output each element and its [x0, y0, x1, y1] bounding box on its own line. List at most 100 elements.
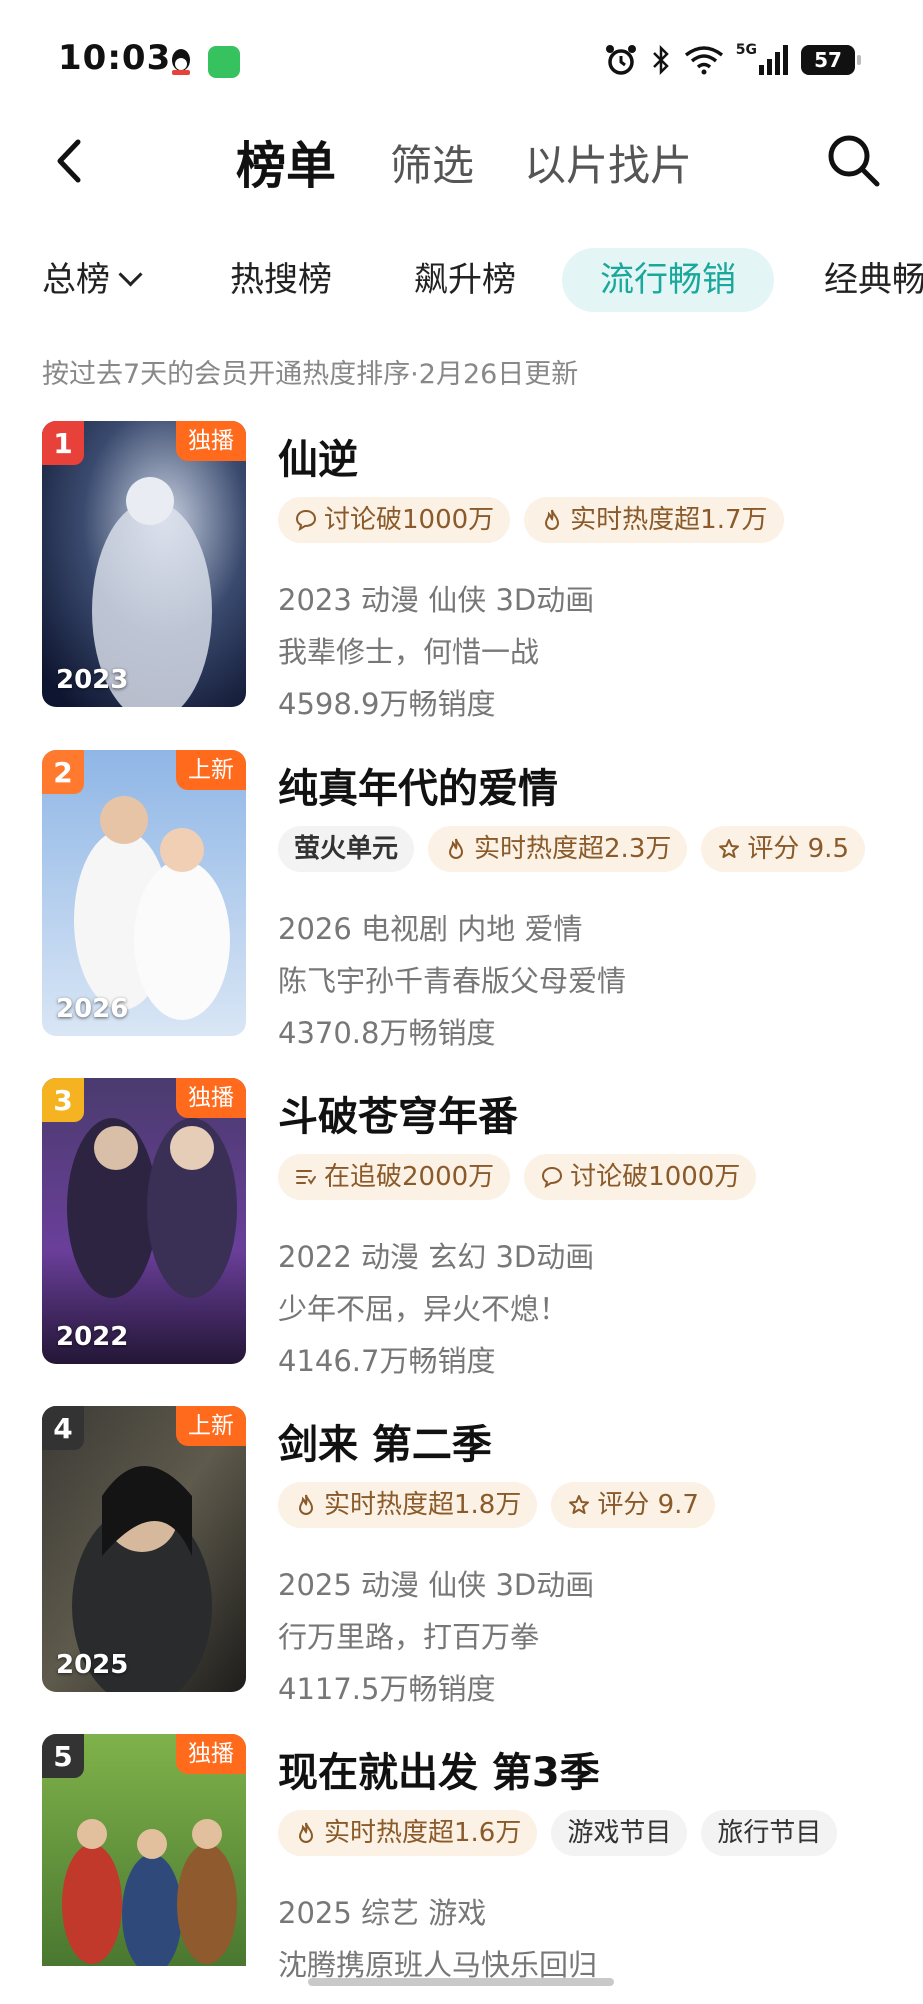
category-classic-sales[interactable]: 经典畅销: [824, 248, 923, 312]
tag: 实时热度超1.7万: [524, 497, 784, 543]
tag: 游戏节目: [551, 1810, 688, 1856]
ranking-subtitle: 按过去7天的会员开通热度排序·2月26日更新: [42, 359, 579, 390]
tag-text: 萤火单元: [294, 834, 399, 864]
status-badge: 独播: [176, 421, 246, 461]
tag: 讨论破1000万: [524, 1154, 757, 1200]
status-time: 10:03: [58, 38, 172, 78]
tag: 旅行节目: [701, 1810, 838, 1856]
tag-list: 实时热度超1.6万 游戏节目 旅行节目: [278, 1810, 838, 1856]
poster-image[interactable]: 4 上新 2025: [42, 1406, 246, 1692]
comment-icon: [542, 1166, 563, 1189]
poster-image[interactable]: 1 独播 2023: [42, 421, 246, 707]
tag-text: 讨论破1000万: [324, 505, 495, 535]
comment-icon: [295, 509, 317, 532]
item-sales: 4598.9万畅销度: [278, 687, 496, 721]
status-icons: 5G 57: [604, 40, 861, 80]
tab-filter[interactable]: 筛选: [390, 132, 474, 193]
list-item[interactable]: 1 独播 2023 仙逆 讨论破1000万 实时热度超1.7万 2023 动漫 …: [0, 421, 923, 721]
category-rising[interactable]: 飙升榜: [414, 248, 516, 312]
poster-image[interactable]: 2 上新 2026: [42, 750, 246, 1036]
rank-badge: 4: [42, 1406, 84, 1450]
tag: 实时热度超2.3万: [428, 826, 688, 872]
star-icon: [569, 1495, 590, 1514]
rank-badge: 1: [42, 421, 84, 465]
tag-text: 实时热度超2.3万: [474, 834, 672, 864]
list-item[interactable]: 4 上新 2025 剑来 第二季 实时热度超1.8万 评分 9.7 2025 动…: [0, 1406, 923, 1706]
tag-text: 评分 9.7: [597, 1490, 699, 1520]
tag-list: 在追破2000万 讨论破1000万: [278, 1154, 757, 1200]
tag: 讨论破1000万: [278, 497, 511, 543]
poster-image[interactable]: 3 独播 2022: [42, 1078, 246, 1364]
search-icon[interactable]: [823, 130, 883, 190]
poster-year: 2026: [56, 994, 129, 1024]
item-sales: 4370.8万畅销度: [278, 1016, 496, 1050]
item-sales: 4117.5万畅销度: [278, 1672, 496, 1706]
tag: 实时热度超1.8万: [278, 1482, 538, 1528]
rank-badge: 3: [42, 1078, 84, 1122]
item-meta: 2025 动漫 仙侠 3D动画: [278, 1568, 595, 1602]
top-nav: 榜单 筛选 以片找片: [0, 110, 923, 210]
item-description: 我辈修士，何惜一战: [278, 635, 540, 669]
tab-ranking[interactable]: 榜单: [236, 126, 336, 198]
signal-icon: [759, 45, 788, 75]
flame-icon: [449, 838, 464, 859]
poster-year: 2023: [56, 665, 129, 695]
poster-year: 2022: [56, 1322, 129, 1352]
status-badge: 独播: [176, 1734, 246, 1774]
item-meta: 2023 动漫 仙侠 3D动画: [278, 583, 595, 617]
item-title[interactable]: 纯真年代的爱情: [278, 756, 558, 814]
category-popular-sales[interactable]: 流行畅销: [562, 248, 774, 312]
tag: 评分 9.7: [551, 1482, 715, 1528]
tag-list: 讨论破1000万 实时热度超1.7万: [278, 497, 784, 543]
bluetooth-icon: [652, 44, 669, 76]
category-bar: 总榜 热搜榜 飙升榜 流行畅销 经典畅销: [0, 240, 923, 320]
poster-year: 2025: [56, 1650, 129, 1680]
poster-image[interactable]: 5 独播: [42, 1734, 246, 1966]
tag-text: 游戏节目: [567, 1818, 672, 1848]
tag-text: 评分 9.5: [747, 834, 849, 864]
item-title[interactable]: 剑来 第二季: [278, 1412, 492, 1470]
back-icon[interactable]: [44, 134, 98, 188]
tag: 在追破2000万: [278, 1154, 511, 1200]
item-meta: 2025 综艺 游戏: [278, 1896, 487, 1930]
battery-icon: 57: [801, 45, 861, 75]
tag-list: 萤火单元 实时热度超2.3万 评分 9.5: [278, 826, 865, 872]
home-indicator[interactable]: [308, 1978, 614, 1986]
category-total[interactable]: 总榜: [42, 248, 143, 312]
category-total-label: 总榜: [42, 260, 110, 300]
status-bar: 10:03 5G 57: [0, 0, 923, 110]
status-badge: 上新: [176, 1406, 246, 1446]
tag-list: 实时热度超1.8万 评分 9.7: [278, 1482, 715, 1528]
chevron-down-icon: [118, 262, 143, 287]
list-item[interactable]: 2 上新 2026 纯真年代的爱情 萤火单元 实时热度超2.3万 评分 9.5 …: [0, 750, 923, 1050]
tag-text: 实时热度超1.7万: [570, 505, 768, 535]
item-meta: 2026 电视剧 内地 爱情: [278, 912, 583, 946]
status-badge: 上新: [176, 750, 246, 790]
tag-text: 讨论破1000万: [570, 1162, 741, 1192]
alarm-icon: [605, 45, 636, 75]
list-item[interactable]: 3 独播 2022 斗破苍穹年番 在追破2000万 讨论破1000万 2022 …: [0, 1078, 923, 1378]
tab-find-by-film[interactable]: 以片找片: [524, 132, 692, 193]
category-hot-search[interactable]: 热搜榜: [230, 248, 332, 312]
item-description: 陈飞宇孙千青春版父母爱情: [278, 964, 627, 998]
list-item[interactable]: 5 独播 现在就出发 第3季 实时热度超1.6万 游戏节目 旅行节目 2025 …: [0, 1734, 923, 1984]
tag-text: 实时热度超1.8万: [324, 1490, 522, 1520]
tag: 评分 9.5: [701, 826, 865, 872]
qq-icon: [172, 49, 190, 75]
wechat-app-icon: [208, 46, 240, 78]
item-title[interactable]: 仙逆: [278, 427, 358, 485]
item-title[interactable]: 斗破苍穹年番: [278, 1084, 518, 1142]
item-meta: 2022 动漫 玄幻 3D动画: [278, 1240, 595, 1274]
rank-badge: 2: [42, 750, 84, 794]
network-type: 5G: [735, 42, 757, 58]
status-badge: 独播: [176, 1078, 246, 1118]
flame-icon: [298, 1822, 314, 1843]
tag-text: 旅行节目: [717, 1818, 822, 1848]
item-description: 少年不屈，异火不熄！: [278, 1292, 569, 1326]
tag: 实时热度超1.6万: [278, 1810, 538, 1856]
flame-icon: [298, 1494, 314, 1515]
flame-icon: [545, 509, 560, 530]
item-title[interactable]: 现在就出发 第3季: [278, 1740, 600, 1798]
star-icon: [719, 839, 740, 858]
tag-text: 实时热度超1.6万: [324, 1818, 522, 1848]
